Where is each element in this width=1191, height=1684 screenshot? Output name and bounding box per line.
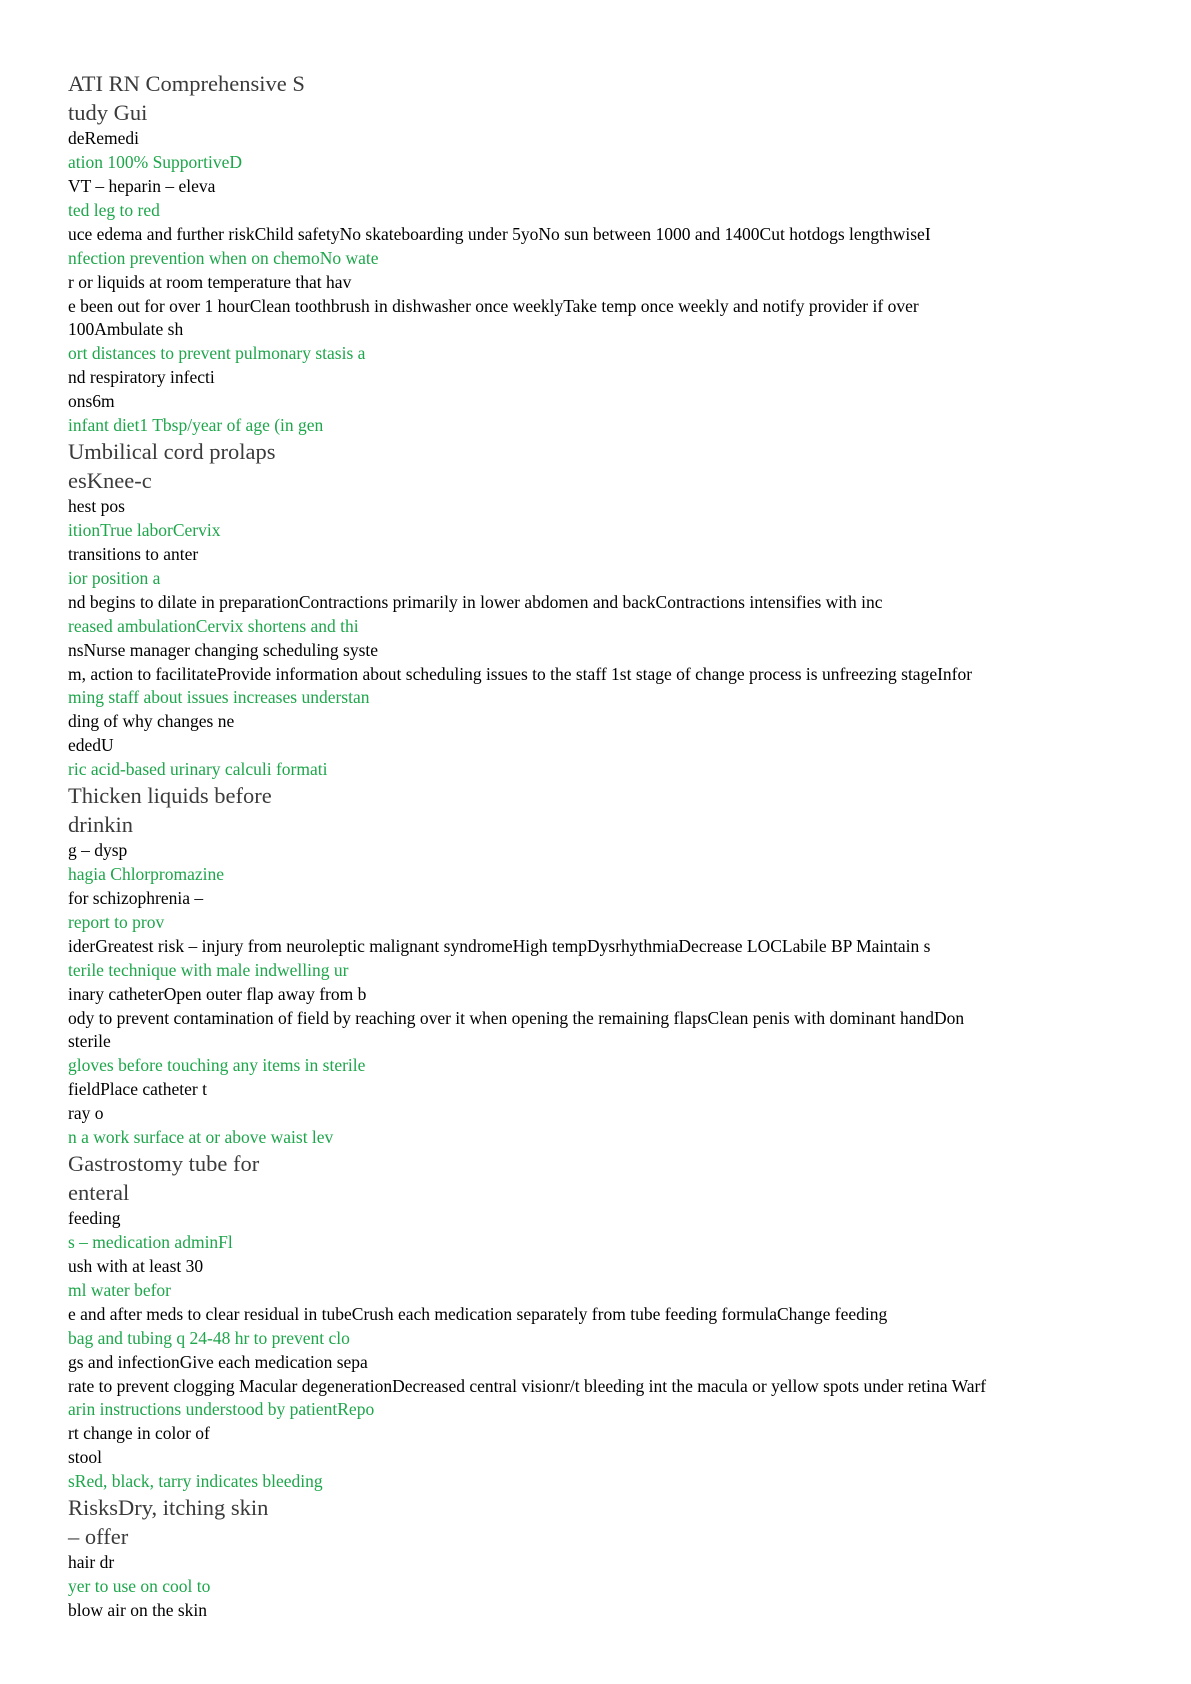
document-text-line: sRed, black, tarry indicates bleeding <box>68 1471 323 1492</box>
document-text-line: g – dysp <box>68 840 128 861</box>
document-text-line: arin instructions understood by patientR… <box>68 1399 375 1420</box>
document-text-line: n a work surface at or above waist lev <box>68 1127 334 1148</box>
document-text-line: hagia Chlorpromazine <box>68 864 224 885</box>
document-text-line: report to prov <box>68 911 165 932</box>
document-heading-line: Thicken liquids before <box>68 783 272 809</box>
document-text-line: inary catheterOpen outer flap away from … <box>68 983 367 1004</box>
document-text-line: ededU <box>68 735 114 756</box>
document-heading-line: enteral <box>68 1179 130 1205</box>
document-text-line: yer to use on cool to <box>68 1576 211 1597</box>
document-text-line: gs and infectionGive each medication sep… <box>68 1351 368 1372</box>
document-text-line: ons6m <box>68 391 115 412</box>
document-text-line: feeding <box>68 1208 121 1229</box>
document-text-line: ric acid-based urinary calculi formati <box>68 759 328 780</box>
document-text-line: nd begins to dilate in preparationContra… <box>68 591 883 612</box>
document-text-line: sterile <box>68 1031 111 1052</box>
document-text-line: uce edema and further riskChild safetyNo… <box>68 223 931 244</box>
document-heading-line: Umbilical cord prolaps <box>68 438 276 464</box>
document-text-line: ush with at least 30 <box>68 1256 204 1276</box>
document-text-line: nfection prevention when on chemoNo wate <box>68 247 379 268</box>
document-heading-line: tudy Gui <box>68 99 148 125</box>
document-text-line: rt change in color of <box>68 1423 210 1444</box>
document-text-line: fieldPlace catheter t <box>68 1079 207 1100</box>
document-text-line: r or liquids at room temperature that ha… <box>68 271 352 292</box>
document-text-line: m, action to facilitateProvide informati… <box>68 663 973 684</box>
document-text-line: bag and tubing q 24-48 hr to prevent clo <box>68 1327 350 1348</box>
document-text-line: gloves before touching any items in ster… <box>68 1055 366 1076</box>
document-text-line: e been out for over 1 hourClean toothbru… <box>68 295 919 316</box>
document-heading-line: Gastrostomy tube for <box>68 1151 260 1176</box>
document-text-line: for schizophrenia – <box>68 888 204 909</box>
document-text-line: transitions to anter <box>68 543 199 564</box>
document-text-line: stool <box>68 1447 103 1468</box>
document-text-line: e and after meds to clear residual in tu… <box>68 1303 888 1324</box>
document-text-line: nsNurse manager changing scheduling syst… <box>68 639 379 660</box>
document-text-line: ming staff about issues increases unders… <box>68 687 370 708</box>
document-text-line: ted leg to red <box>68 199 160 220</box>
document-text-line: reased ambulationCervix shortens and thi <box>68 615 359 636</box>
document-text-line: 100Ambulate sh <box>68 319 184 340</box>
document-text-line: ort distances to prevent pulmonary stasi… <box>68 343 366 364</box>
document-text-line: blow air on the skin <box>68 1600 208 1621</box>
document-text-line: rate to prevent clogging Macular degener… <box>68 1375 987 1396</box>
document-text-line: ation 100% SupportiveD <box>68 152 243 173</box>
document-text-line: VT – heparin – eleva <box>68 176 216 196</box>
document-heading-line: RisksDry, itching skin <box>68 1495 269 1521</box>
document-text-line: ior position a <box>68 567 161 588</box>
document-heading-line: – offer <box>68 1523 129 1549</box>
document-text-line: infant diet1 Tbsp/year of age (in gen <box>68 415 324 436</box>
document-text-line: iderGreatest risk – injury from neurolep… <box>68 935 931 956</box>
document-text-line: deRemedi <box>68 128 139 149</box>
document-text-line: terile technique with male indwelling ur <box>68 959 349 980</box>
document-text-line: ray o <box>68 1103 104 1124</box>
document-text-line: hair dr <box>68 1552 115 1573</box>
document-text-line: ml water befor <box>68 1279 172 1300</box>
document-body: ATI RN Comprehensive S tudy Gui deRemedi at… <box>68 68 1138 1623</box>
document-text-line: ody to prevent contamination of field by… <box>68 1007 965 1028</box>
document-heading-line: ATI RN Comprehensive S <box>68 71 305 96</box>
document-text-line: s – medication adminFl <box>68 1232 233 1253</box>
document-text-line: itionTrue laborCervix <box>68 520 221 541</box>
document-text-line: hest pos <box>68 496 125 517</box>
document-text-line: ding of why changes ne <box>68 711 235 732</box>
document-heading-line: esKnee-c <box>68 467 152 493</box>
document-heading-line: drinkin <box>68 811 133 837</box>
document-text-line: nd respiratory infecti <box>68 367 215 388</box>
